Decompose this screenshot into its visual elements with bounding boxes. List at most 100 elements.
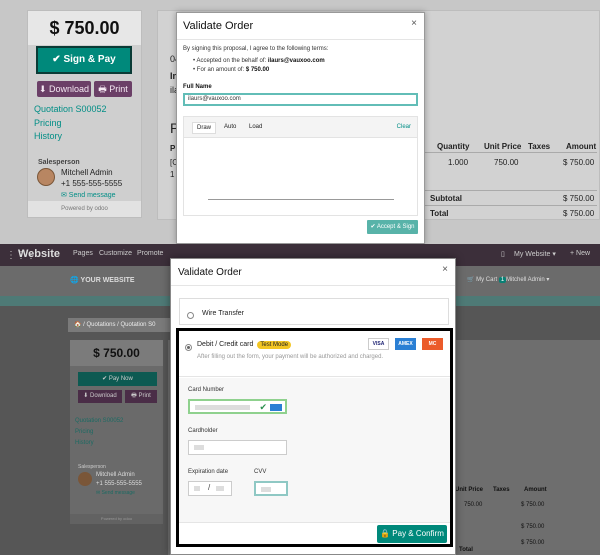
cardholder-label: Cardholder xyxy=(188,428,218,434)
card-option-label: Debit / Credit card xyxy=(197,341,254,348)
avatar xyxy=(37,168,55,186)
mastercard-icon: MC xyxy=(422,338,443,350)
card-number-input[interactable]: ✔ xyxy=(188,399,287,414)
accepted-prefix: Accepted on the behalf of: xyxy=(196,58,268,64)
send-message-link[interactable]: ✉ Send message xyxy=(61,191,116,199)
salesperson-name: Mitchell Admin xyxy=(96,472,135,478)
salesperson-name: Mitchell Admin xyxy=(61,168,113,177)
sidebar-link-pricing[interactable]: Pricing xyxy=(34,118,62,128)
pay-confirm-button[interactable]: 🔒 Pay & Confirm xyxy=(377,525,447,543)
card-number-placeholder xyxy=(195,405,250,410)
new-button[interactable]: + New xyxy=(570,250,590,257)
cart-link[interactable]: 🛒 My Cart 1 xyxy=(467,276,507,283)
clear-link[interactable]: Clear xyxy=(397,124,411,130)
card-option-header[interactable]: Debit / Credit card Test Mode After fill… xyxy=(179,331,450,377)
full-name-label: Full Name xyxy=(183,84,212,90)
nav-item-customize[interactable]: Customize xyxy=(99,250,132,257)
close-icon[interactable]: × xyxy=(442,264,448,275)
salesperson-phone: +1 555-555-5555 xyxy=(96,481,142,487)
validate-order-modal-pay: Validate Order × Wire Transfer Debit / C… xyxy=(170,258,456,555)
signature-tabs: Draw Auto Load Clear xyxy=(184,117,417,138)
payment-option-card: Debit / Credit card Test Mode After fill… xyxy=(176,328,453,547)
cell-unit-price: 750.00 xyxy=(494,158,519,167)
cell-quantity: 1.000 xyxy=(448,158,469,167)
check-icon: ✔ xyxy=(259,402,267,412)
expiration-label: Expiration date xyxy=(188,469,229,475)
divider xyxy=(425,152,597,153)
print-button[interactable]: 🖶 Print xyxy=(125,390,157,403)
column-header-quantity: Quantity xyxy=(437,142,470,151)
terms-text: By signing this proposal, I agree to the… xyxy=(183,46,329,52)
expiration-month-placeholder xyxy=(194,486,200,491)
site-logo[interactable]: 🌐 YOUR WEBSITE xyxy=(70,276,135,284)
signature-line xyxy=(208,199,394,200)
column-header-taxes: Taxes xyxy=(493,487,510,493)
print-button[interactable]: 🖶 Print xyxy=(94,81,132,97)
expiration-separator: / xyxy=(208,483,211,492)
accepted-value: ilaurs@vauxoo.com xyxy=(267,58,325,64)
download-button[interactable]: ⬇ Download xyxy=(37,81,91,97)
avatar xyxy=(78,472,92,486)
powered-by: Powered by odoo xyxy=(28,201,141,217)
breadcrumb[interactable]: 🏠 / Quotations / Quotation S0 xyxy=(68,318,178,332)
total-value: $ 750.00 xyxy=(563,209,595,218)
sidebar-link-history[interactable]: History xyxy=(75,440,94,446)
send-message-link[interactable]: ✉ Send message xyxy=(96,490,135,496)
signature-pad[interactable]: Draw Auto Load Clear xyxy=(183,116,418,216)
salesperson-label: Salesperson xyxy=(38,159,80,166)
modal-header: Validate Order × xyxy=(177,13,424,40)
sign-pay-button[interactable]: ✔ Sign & Pay xyxy=(36,46,132,74)
cell-unit-price: 750.00 xyxy=(464,502,483,508)
nav-brand[interactable]: Website xyxy=(18,248,60,260)
sidebar-link-quotation[interactable]: Quotation S00052 xyxy=(34,104,107,114)
sidebar-link-history[interactable]: History xyxy=(34,131,62,141)
card-form: Card Number ✔ Cardholder Expiration date… xyxy=(179,378,450,528)
card-radio[interactable] xyxy=(185,344,192,351)
pay-now-button[interactable]: ✔ Pay Now xyxy=(78,372,157,386)
cvv-input[interactable] xyxy=(254,481,288,496)
column-header-unit-price: Unit Price xyxy=(455,487,484,493)
close-icon[interactable]: × xyxy=(411,18,417,29)
divider xyxy=(425,205,597,206)
modal-title: Validate Order xyxy=(178,267,242,278)
nav-item-pages[interactable]: Pages xyxy=(73,250,93,257)
card-footer: 🔒 Pay & Confirm xyxy=(179,522,450,544)
total-label: Total xyxy=(430,209,449,218)
cell-amount: $ 750.00 xyxy=(563,158,595,167)
tab-auto[interactable]: Auto xyxy=(220,122,240,132)
sidebar-link-pricing[interactable]: Pricing xyxy=(75,429,93,435)
column-header-amount: Amount xyxy=(566,142,597,151)
cart-label: 🛒 My Cart xyxy=(467,277,498,283)
wire-transfer-radio[interactable] xyxy=(187,312,194,319)
cvv-label: CVV xyxy=(254,469,267,475)
amount-line: • For an amount of: $ 750.00 xyxy=(193,67,270,73)
divider xyxy=(425,190,597,191)
tab-load[interactable]: Load xyxy=(245,122,266,132)
visa-icon: VISA xyxy=(368,338,389,350)
signature-panel: $ 750.00 ✔ Sign & Pay ⬇ Download 🖶 Print… xyxy=(0,0,600,244)
cardholder-placeholder xyxy=(194,445,204,450)
my-website-dropdown[interactable]: My Website ▾ xyxy=(514,250,556,258)
download-button[interactable]: ⬇ Download xyxy=(78,390,122,403)
sidebar-link-quotation[interactable]: Quotation S00052 xyxy=(75,418,123,424)
sidebar-amount: $ 750.00 xyxy=(28,11,141,45)
tab-draw[interactable]: Draw xyxy=(192,122,217,134)
modal-title: Validate Order xyxy=(183,20,254,32)
expiration-input[interactable]: / xyxy=(188,481,232,496)
salesperson-phone: +1 555-555-5555 xyxy=(61,179,123,188)
text-fragment: 1 xyxy=(170,170,175,179)
expiration-year-placeholder xyxy=(216,486,224,491)
order-sidebar: $ 750.00 ✔ Sign & Pay ⬇ Download 🖶 Print… xyxy=(27,10,142,218)
card-type-icon xyxy=(270,404,282,411)
nav-item-promote[interactable]: Promote xyxy=(137,250,163,257)
amount-value: $ 750.00 xyxy=(245,67,270,73)
accept-sign-button[interactable]: ✔ Accept & Sign xyxy=(367,220,418,234)
mobile-preview-icon[interactable]: ▯ xyxy=(501,250,505,258)
card-note: After filling out the form, your payment… xyxy=(197,354,384,360)
payment-option-wire-transfer[interactable]: Wire Transfer xyxy=(179,298,449,325)
full-name-input[interactable]: ilaurs@vauxoo.com xyxy=(183,93,418,106)
column-header-unit-price: Unit Price xyxy=(484,142,522,151)
card-label: Debit / Credit card Test Mode xyxy=(197,341,292,349)
user-menu[interactable]: Mitchell Admin ▾ xyxy=(506,276,549,283)
cardholder-input[interactable] xyxy=(188,440,287,455)
